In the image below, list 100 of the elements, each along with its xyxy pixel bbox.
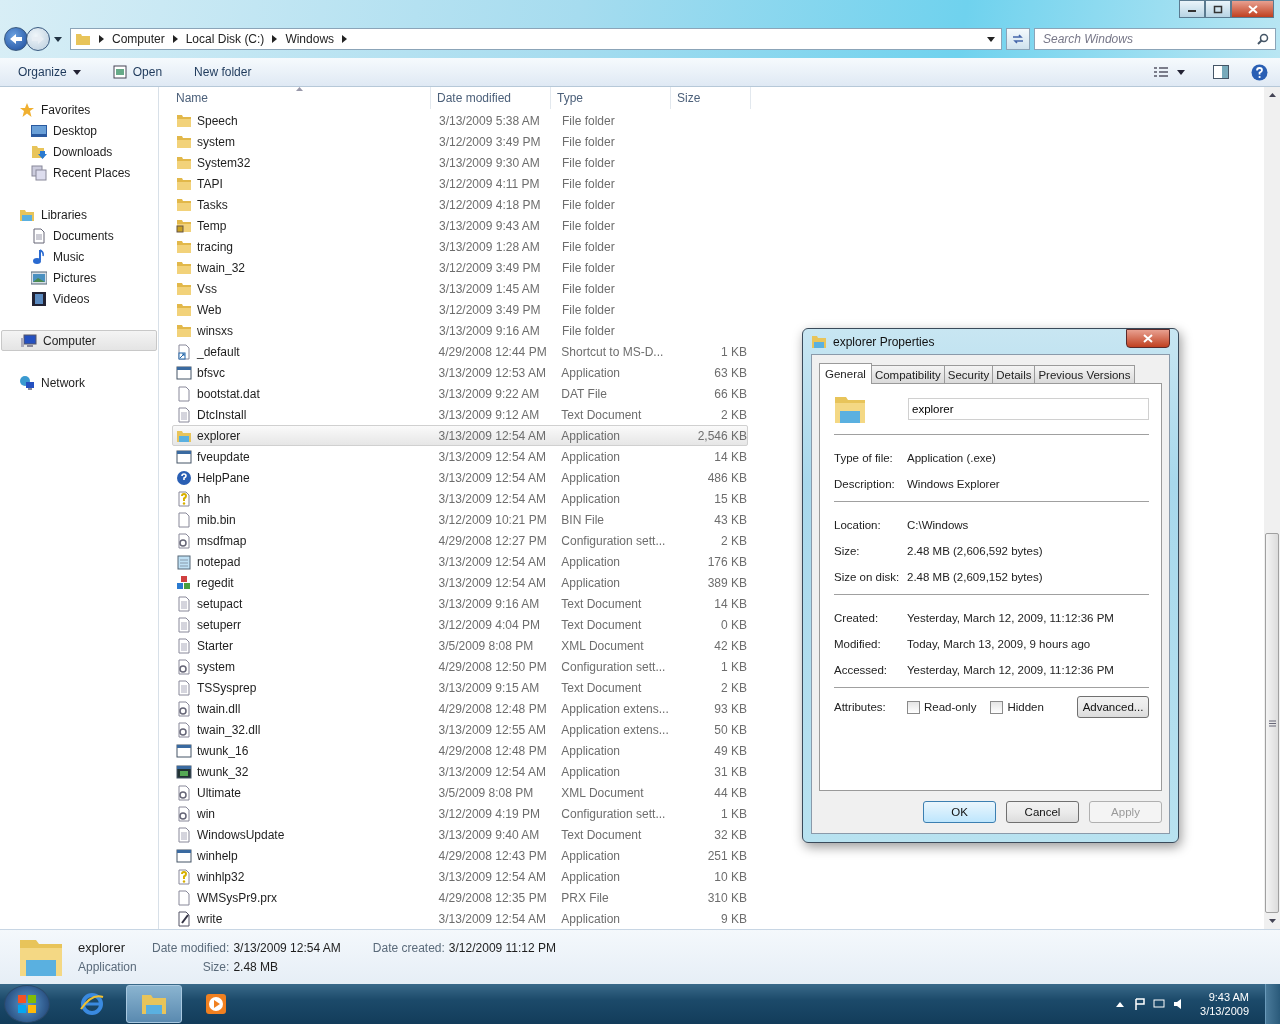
checkbox[interactable]: Read-only — [907, 700, 977, 714]
navigation-item[interactable]: Desktop — [0, 120, 158, 141]
organize-menu[interactable]: Organize — [10, 62, 89, 82]
scroll-down-arrow-icon[interactable] — [1268, 919, 1276, 923]
scrollbar[interactable] — [1264, 87, 1280, 929]
file-row[interactable]: tracing 3/13/2009 1:28 AM File folder — [172, 236, 748, 257]
file-row[interactable]: HelpPane 3/13/2009 12:54 AM Application 486 KB — [172, 467, 748, 488]
navigation-item[interactable]: Libraries — [0, 204, 158, 225]
file-row[interactable]: system 4/29/2008 12:50 PM Configuration sett... 1 KB — [172, 656, 748, 677]
file-row[interactable]: system 3/12/2009 3:49 PM File folder — [172, 131, 748, 152]
start-button[interactable] — [4, 985, 50, 1023]
file-row[interactable]: TAPI 3/12/2009 4:11 PM File folder — [172, 173, 748, 194]
advanced-button[interactable]: Advanced... — [1077, 696, 1149, 718]
forward-button[interactable] — [26, 27, 50, 51]
file-row[interactable]: Ultimate 3/5/2009 8:08 PM XML Document 44 KB — [172, 782, 748, 803]
file-row[interactable]: Vss 3/13/2009 1:45 AM File folder — [172, 278, 748, 299]
file-row[interactable]: win 3/12/2009 4:19 PM Configuration sett... 1 KB — [172, 803, 748, 824]
file-row[interactable]: WMSysPr9.prx 4/29/2008 12:35 PM PRX File 310 KB — [172, 887, 748, 908]
file-row[interactable]: setupact 3/13/2009 9:16 AM Text Document 14 KB — [172, 593, 748, 614]
search-field[interactable]: Search Windows — [1034, 28, 1276, 50]
navigation-item[interactable]: Pictures — [0, 267, 158, 288]
file-row[interactable]: twain.dll 4/29/2008 12:48 PM Application extens... 93 KB — [172, 698, 748, 719]
refresh-button[interactable] — [1006, 28, 1030, 50]
close-button[interactable] — [1231, 0, 1274, 18]
tab[interactable]: Previous Versions — [1034, 365, 1135, 383]
navigation-item[interactable]: Documents — [0, 225, 158, 246]
text-file-icon — [176, 679, 192, 696]
new-folder-button[interactable]: New folder — [186, 62, 260, 82]
breadcrumb[interactable]: Local Disk (C:) — [185, 32, 265, 46]
checkbox[interactable]: Hidden — [990, 700, 1044, 714]
navigation-item[interactable]: Videos — [0, 288, 158, 309]
type-cell-text: Application extens... — [560, 701, 670, 716]
navigation-item[interactable]: Recent Places — [0, 162, 158, 183]
navigation-item[interactable]: Computer — [1, 330, 157, 351]
view-list-icon[interactable] — [1153, 66, 1169, 78]
dialog-button[interactable]: OK — [923, 801, 996, 823]
breadcrumb[interactable]: Windows — [285, 32, 335, 46]
file-row[interactable]: Starter 3/5/2009 8:08 PM XML Document 42 KB — [172, 635, 748, 656]
name-field[interactable]: explorer — [908, 398, 1149, 420]
file-row[interactable]: _default 4/29/2008 12:44 PM Shortcut to MS-D... 1 KB — [172, 341, 748, 362]
help-icon[interactable] — [1251, 63, 1268, 81]
file-row[interactable]: fveupdate 3/13/2009 12:54 AM Application 14 KB — [172, 446, 748, 467]
breadcrumb-arrow-icon[interactable] — [272, 35, 278, 43]
preview-pane-icon[interactable] — [1213, 65, 1229, 79]
file-row[interactable]: msdfmap 4/29/2008 12:27 PM Configuration sett... 2 KB — [172, 530, 748, 551]
column-header[interactable]: Size — [671, 87, 751, 109]
file-row[interactable]: winhlp32 3/13/2009 12:54 AM Application 10 KB — [172, 866, 748, 887]
file-row[interactable]: Temp 3/13/2009 9:43 AM File folder — [172, 215, 748, 236]
open-button[interactable]: Open — [104, 62, 171, 82]
file-row[interactable]: setuperr 3/12/2009 4:04 PM Text Document 0 KB — [172, 614, 748, 635]
file-row[interactable]: bfsvc 3/13/2009 12:53 AM Application 63 KB — [172, 362, 748, 383]
file-row[interactable]: winsxs 3/13/2009 9:16 AM File folder — [172, 320, 748, 341]
caret-icon[interactable] — [1177, 69, 1185, 75]
breadcrumb[interactable]: Computer — [112, 32, 165, 46]
scroll-up-arrow-icon[interactable] — [1268, 93, 1276, 97]
minimize-button[interactable] — [1179, 0, 1205, 18]
file-name: TAPI — [197, 176, 223, 191]
breadcrumb-arrow-icon[interactable] — [342, 35, 348, 43]
caret-icon[interactable] — [987, 36, 995, 42]
file-row[interactable]: Speech 3/13/2009 5:38 AM File folder — [172, 110, 748, 131]
file-row[interactable]: twain_32.dll 3/13/2009 12:55 AM Application extens... 50 KB — [172, 719, 748, 740]
file-row[interactable]: DtcInstall 3/13/2009 9:12 AM Text Document 2 KB — [172, 404, 748, 425]
file-row[interactable]: WindowsUpdate 3/13/2009 9:40 AM Text Document 32 KB — [172, 824, 748, 845]
file-row[interactable]: TSSysprep 3/13/2009 9:15 AM Text Document 2 KB — [172, 677, 748, 698]
file-row[interactable]: twunk_16 4/29/2008 12:48 PM Application 49 KB — [172, 740, 748, 761]
tab[interactable]: Details — [992, 365, 1036, 383]
file-name: twain.dll — [197, 701, 241, 716]
clock-date[interactable]: 3/13/2009 — [1200, 1005, 1249, 1017]
file-row[interactable]: Web 3/12/2009 3:49 PM File folder — [172, 299, 748, 320]
navigation-item[interactable]: Downloads — [0, 141, 158, 162]
file-row[interactable]: regedit 3/13/2009 12:54 AM Application 389 KB — [172, 572, 748, 593]
back-button[interactable] — [4, 27, 28, 51]
file-row[interactable]: twain_32 3/12/2009 3:49 PM File folder — [172, 257, 748, 278]
column-header[interactable]: Date modified — [431, 87, 551, 109]
file-row[interactable]: hh 3/13/2009 12:54 AM Application 15 KB — [172, 488, 748, 509]
file-row[interactable]: twunk_32 3/13/2009 12:54 AM Application 31 KB — [172, 761, 748, 782]
file-row[interactable]: winhelp 4/29/2008 12:43 PM Application 251 KB — [172, 845, 748, 866]
tab[interactable]: Compatibility — [870, 365, 945, 383]
scroll-thumb[interactable] — [1265, 533, 1279, 913]
breadcrumb-arrow-icon[interactable] — [172, 35, 178, 43]
file-row[interactable]: System32 3/13/2009 9:30 AM File folder — [172, 152, 748, 173]
file-row[interactable]: mib.bin 3/12/2009 10:21 PM BIN File 43 KB — [172, 509, 748, 530]
selected-row[interactable]: explorer 3/13/2009 12:54 AM Application 2,546 KB — [172, 425, 748, 446]
close-button[interactable] — [1126, 329, 1170, 348]
file-row[interactable]: Tasks 3/12/2009 4:18 PM File folder — [172, 194, 748, 215]
address-bar[interactable]: Computer Local Disk (C:) Windows — [70, 28, 1002, 50]
column-header[interactable]: Type — [551, 87, 671, 109]
navigation-item[interactable]: Network — [0, 372, 158, 393]
file-row[interactable]: bootstat.dat 3/13/2009 9:22 AM DAT File 66 KB — [172, 383, 748, 404]
dialog-button[interactable]: Cancel — [1006, 801, 1079, 823]
tab[interactable]: General — [819, 363, 872, 384]
navigation-item[interactable]: Favorites — [0, 99, 158, 120]
navigation-item[interactable]: Music — [0, 246, 158, 267]
file-row[interactable]: write 3/13/2009 12:54 AM Application 9 KB — [172, 908, 748, 929]
file-row[interactable]: notepad 3/13/2009 12:54 AM Application 176 KB — [172, 551, 748, 572]
clock-time[interactable]: 9:43 AM — [1208, 991, 1249, 1003]
restore-button[interactable] — [1205, 0, 1231, 18]
tab[interactable]: Security — [943, 365, 994, 383]
caret-icon[interactable] — [54, 36, 62, 42]
breadcrumb-arrow-icon[interactable] — [99, 35, 104, 43]
